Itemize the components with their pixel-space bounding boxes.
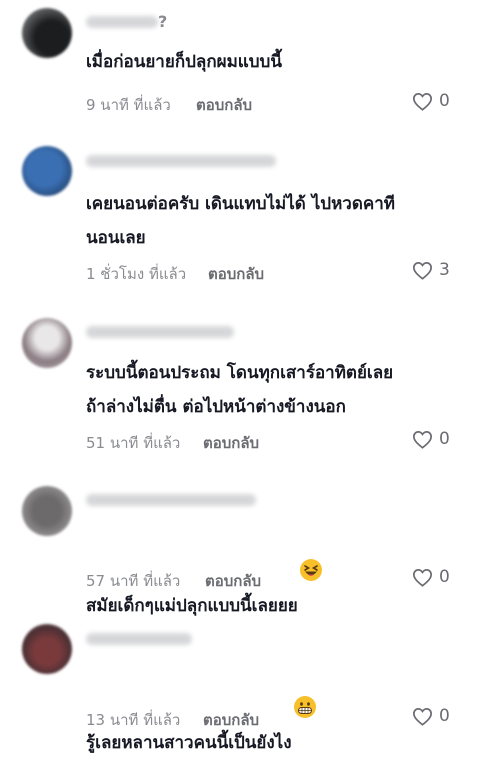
heart-outline-icon [412,430,433,449]
avatar[interactable] [22,624,72,674]
username-redacted[interactable] [86,326,234,338]
like-count: 3 [439,260,450,280]
laughing-squint-emoji [299,559,322,581]
like-count: 0 [439,429,450,449]
comment-time: 51 นาที ที่แล้ว [86,434,181,452]
username-redacted[interactable] [86,16,158,28]
username-redacted[interactable] [86,155,276,167]
comment-time: 13 นาที ที่แล้ว [86,711,181,729]
like-button[interactable]: 3 [412,260,450,280]
comment-text: เคยนอนต่อครับ เดินแทบไม่ได้ ไปหวดคาที นอ… [86,194,396,248]
comment-time: 57 นาที ที่แล้ว [86,572,181,590]
comment-text: ระบบนี้ตอนประถม โดนทุกเสาร์อาทิตย์เลย ถ้… [86,363,394,417]
reply-button[interactable]: ตอบกลับ [203,708,259,732]
reply-button[interactable]: ตอบกลับ [205,569,261,593]
heart-outline-icon [412,568,433,587]
username-suffix: ? [158,12,168,31]
comment-time: 9 นาที ที่แล้ว [86,96,171,114]
comment-text: เมื่อก่อนยายก็ปลุกผมแบบนี้ [86,52,282,72]
heart-outline-icon [412,92,433,111]
like-button[interactable]: 0 [412,567,450,587]
like-count: 0 [439,567,450,587]
avatar[interactable] [22,8,72,58]
reply-button[interactable]: ตอบกลับ [203,431,259,455]
grimacing-emoji [293,696,316,718]
comment-text-content: รู้เลยหลานสาวคนนี้เป็นยังไง [86,733,292,753]
username-redacted[interactable] [86,494,256,506]
avatar[interactable] [22,146,72,196]
comment-text-content: สมัยเด็กๆแม่ปลุกแบบนี้เลยยย [86,596,298,616]
like-button[interactable]: 0 [412,91,450,111]
like-count: 0 [439,706,450,726]
avatar[interactable] [22,318,72,368]
comment-time: 1 ชั่วโมง ที่แล้ว [86,265,187,283]
reply-button[interactable]: ตอบกลับ [196,93,252,117]
reply-button[interactable]: ตอบกลับ [208,262,264,286]
like-button[interactable]: 0 [412,706,450,726]
heart-outline-icon [412,707,433,726]
username-redacted[interactable] [86,633,192,645]
avatar[interactable] [22,486,72,536]
heart-outline-icon [412,261,433,280]
like-button[interactable]: 0 [412,429,450,449]
like-count: 0 [439,91,450,111]
